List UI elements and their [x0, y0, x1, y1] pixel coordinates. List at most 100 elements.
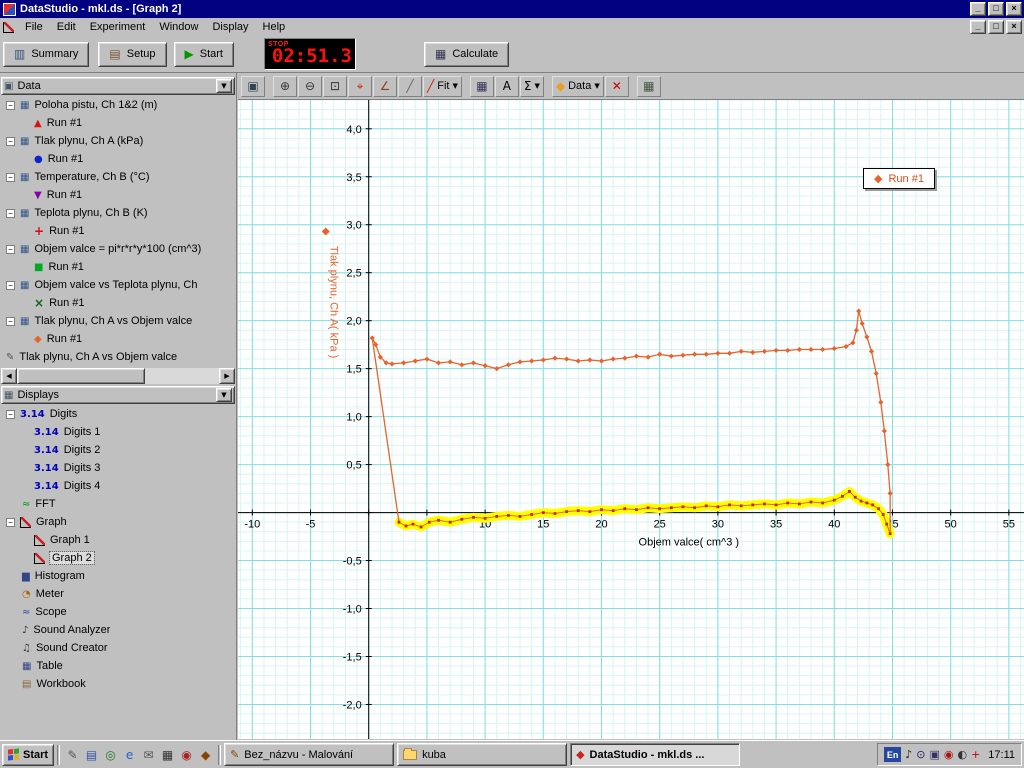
maximize-button[interactable]: □: [988, 2, 1004, 16]
mdi-minimize-button[interactable]: _: [970, 20, 986, 34]
quick-launch-3-icon[interactable]: ◎: [101, 745, 120, 765]
display-item-digits-2[interactable]: 3.14Digits 2: [1, 441, 235, 459]
statistics-menu-button[interactable]: Σ▼: [520, 76, 544, 97]
data-source-row[interactable]: −▦Objem valce = pi*r*r*y*100 (cm^3): [1, 240, 235, 258]
display-item-sound-analyzer[interactable]: ♪Sound Analyzer: [1, 621, 235, 639]
annotate-tool-button[interactable]: ╱: [398, 76, 422, 97]
quick-launch-8-icon[interactable]: ◆: [196, 745, 215, 765]
update-icon[interactable]: ◐: [957, 748, 967, 761]
close-button[interactable]: ×: [1006, 2, 1022, 16]
data-panel-header[interactable]: ▣ Data ▼: [1, 77, 235, 95]
calculator-button[interactable]: ▦: [470, 76, 494, 97]
scrollbar-track[interactable]: [145, 368, 219, 384]
zoom-in-button[interactable]: ⊕: [273, 76, 297, 97]
data-source-row[interactable]: −▦Temperature, Ch B (°C): [1, 168, 235, 186]
tree-collapse-icon[interactable]: −: [6, 209, 15, 218]
volume-icon[interactable]: ♪: [905, 748, 912, 761]
quick-launch-7-icon[interactable]: ◉: [177, 745, 196, 765]
displays-panel-header[interactable]: ▦ Displays ▼: [1, 386, 235, 404]
displays-panel-dropdown-icon[interactable]: ▼: [216, 388, 232, 402]
antivirus-icon[interactable]: ◉: [944, 748, 954, 761]
quick-launch-2-icon[interactable]: ▤: [82, 745, 101, 765]
run-row[interactable]: ▲Run #1: [1, 114, 235, 132]
run-row[interactable]: ×Run #1: [1, 294, 235, 312]
display-item-digits-3[interactable]: 3.14Digits 3: [1, 459, 235, 477]
task-datastudio[interactable]: ◆DataStudio - mkl.ds ...: [570, 743, 740, 766]
start-menu-button[interactable]: Start: [2, 744, 54, 766]
scroll-left-icon[interactable]: ◀: [1, 368, 17, 384]
menu-file[interactable]: File: [18, 19, 50, 35]
menu-window[interactable]: Window: [152, 19, 205, 35]
graph-plot[interactable]: -10-55101520253035404550554,03,53,02,52,…: [238, 100, 1024, 739]
data-source-row[interactable]: −▦Poloha pistu, Ch 1&2 (m): [1, 96, 235, 114]
language-indicator[interactable]: En: [884, 747, 901, 762]
data-source-row[interactable]: −▦Objem valce vs Teplota plynu, Ch: [1, 276, 235, 294]
data-source-row[interactable]: −▦Teplota plynu, Ch B (K): [1, 204, 235, 222]
run-row[interactable]: ▼Run #1: [1, 186, 235, 204]
tree-collapse-icon[interactable]: −: [6, 518, 15, 527]
menu-edit[interactable]: Edit: [50, 19, 83, 35]
taskbar-clock[interactable]: 17:11: [988, 749, 1015, 761]
display-item-meter[interactable]: ◔Meter: [1, 585, 235, 603]
display-item-workbook[interactable]: ▤Workbook: [1, 675, 235, 693]
health-icon[interactable]: +: [971, 748, 980, 761]
display-item-fft[interactable]: ≈FFT: [1, 495, 235, 513]
scroll-right-icon[interactable]: ▶: [219, 368, 235, 384]
display-item-graph-2[interactable]: Graph 2: [1, 549, 235, 567]
tree-collapse-icon[interactable]: −: [6, 281, 15, 290]
zoom-select-button[interactable]: ⊡: [323, 76, 347, 97]
delete-button[interactable]: ✕: [605, 76, 629, 97]
quick-launch-6-icon[interactable]: ▦: [158, 745, 177, 765]
scale-to-fit-button[interactable]: ▣: [241, 76, 265, 97]
tree-collapse-icon[interactable]: −: [6, 101, 15, 110]
menu-experiment[interactable]: Experiment: [83, 19, 153, 35]
fit-menu-button[interactable]: ╱Fit▼: [423, 76, 462, 97]
mdi-close-button[interactable]: ×: [1006, 20, 1022, 34]
run-row[interactable]: ◆Run #1: [1, 330, 235, 348]
task-paint[interactable]: ✎Bez_názvu - Malování: [224, 743, 394, 766]
data-panel-dropdown-icon[interactable]: ▼: [216, 79, 232, 93]
display-item-digits[interactable]: −3.14Digits: [1, 405, 235, 423]
text-tool-button[interactable]: A: [495, 76, 519, 97]
minimize-button[interactable]: _: [970, 2, 986, 16]
task-folder-kuba[interactable]: kuba: [397, 743, 567, 766]
summary-button[interactable]: ▥ Summary: [3, 42, 89, 67]
tree-collapse-icon[interactable]: −: [6, 410, 15, 419]
scheduler-icon[interactable]: ⊙: [916, 748, 925, 761]
quick-launch-1-icon[interactable]: ✎: [63, 745, 82, 765]
display-item-scope[interactable]: ≈Scope: [1, 603, 235, 621]
display-icon[interactable]: ▣: [929, 748, 939, 761]
menu-help[interactable]: Help: [256, 19, 293, 35]
tree-collapse-icon[interactable]: −: [6, 317, 15, 326]
run-row[interactable]: ■Run #1: [1, 258, 235, 276]
quick-launch-4-icon[interactable]: e: [120, 745, 139, 765]
display-item-graph[interactable]: −Graph: [1, 513, 235, 531]
display-item-digits-4[interactable]: 3.14Digits 4: [1, 477, 235, 495]
run-row[interactable]: ●Run #1: [1, 150, 235, 168]
graph-settings-button[interactable]: ▦: [637, 76, 661, 97]
tree-collapse-icon[interactable]: −: [6, 137, 15, 146]
mdi-restore-button[interactable]: □: [988, 20, 1004, 34]
legend-box[interactable]: ◆ Run #1: [863, 168, 935, 189]
data-source-row[interactable]: −▦Tlak plynu, Ch A vs Objem valce: [1, 312, 235, 330]
quick-launch-5-icon[interactable]: ✉: [139, 745, 158, 765]
data-tree-hscrollbar[interactable]: ◀ ▶: [1, 368, 235, 384]
display-item-table[interactable]: ▦Table: [1, 657, 235, 675]
display-item-sound-creator[interactable]: ♫Sound Creator: [1, 639, 235, 657]
calculate-button[interactable]: ▦ Calculate: [424, 42, 509, 67]
slope-tool-button[interactable]: ∠: [373, 76, 397, 97]
tree-collapse-icon[interactable]: −: [6, 245, 15, 254]
mdi-child-icon[interactable]: [3, 22, 14, 33]
display-item-graph-1[interactable]: Graph 1: [1, 531, 235, 549]
data-source-row[interactable]: ✎Tlak plynu, Ch A vs Objem valce: [1, 348, 235, 366]
data-source-row[interactable]: −▦Tlak plynu, Ch A (kPa): [1, 132, 235, 150]
run-row[interactable]: +Run #1: [1, 222, 235, 240]
smart-tool-button[interactable]: ⌖: [348, 76, 372, 97]
data-menu-button[interactable]: ◆Data▼: [552, 76, 604, 97]
display-item-histogram[interactable]: ▆Histogram: [1, 567, 235, 585]
tree-collapse-icon[interactable]: −: [6, 173, 15, 182]
start-button[interactable]: ▶ Start: [174, 42, 234, 67]
scrollbar-thumb[interactable]: [17, 368, 145, 384]
datastudio-app-icon[interactable]: [3, 3, 16, 16]
setup-button[interactable]: ▤ Setup: [98, 42, 166, 67]
